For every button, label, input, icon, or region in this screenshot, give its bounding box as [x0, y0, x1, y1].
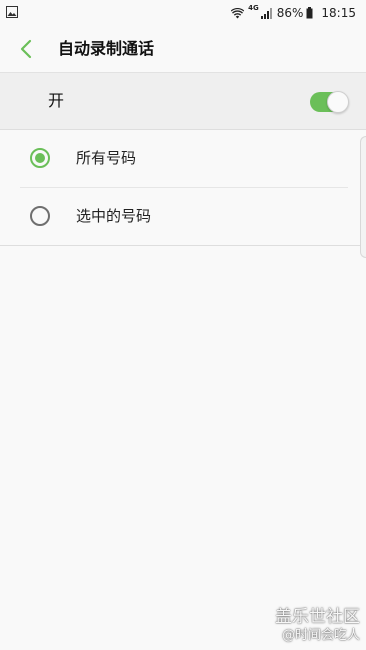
gallery-notification-icon — [6, 6, 18, 18]
master-toggle[interactable] — [310, 91, 349, 113]
page-title: 自动录制通话 — [58, 39, 155, 58]
network-type-label: 4G — [248, 4, 259, 12]
toggle-knob — [327, 91, 349, 113]
master-switch-row[interactable]: 开 — [0, 72, 366, 130]
radio-all-numbers[interactable] — [30, 148, 50, 168]
number-options-list: 所有号码 选中的号码 — [0, 130, 366, 246]
radio-selected-numbers[interactable] — [30, 206, 50, 226]
watermark-site: 盖乐世社区 — [275, 607, 360, 627]
signal-icon — [260, 7, 272, 19]
option-all-numbers[interactable]: 所有号码 — [0, 130, 366, 188]
master-switch-label: 开 — [48, 91, 65, 110]
option-label: 所有号码 — [76, 149, 137, 167]
option-selected-numbers[interactable]: 选中的号码 — [0, 188, 366, 245]
status-bar: 4G 86% 18:15 — [0, 0, 366, 26]
battery-icon — [306, 7, 313, 19]
wifi-icon — [231, 7, 245, 18]
watermark-user: @时间会吃人 — [281, 628, 360, 643]
chevron-left-icon[interactable] — [16, 38, 38, 60]
clock: 18:15 — [321, 6, 356, 20]
app-bar: 自动录制通话 — [0, 26, 366, 72]
watermark: 盖乐世社区 @时间会吃人 — [275, 607, 360, 644]
status-icons: 4G 86% 18:15 — [231, 4, 356, 22]
edge-panel-handle[interactable] — [360, 136, 366, 258]
battery-percent: 86% — [276, 6, 304, 20]
option-label: 选中的号码 — [76, 207, 152, 225]
